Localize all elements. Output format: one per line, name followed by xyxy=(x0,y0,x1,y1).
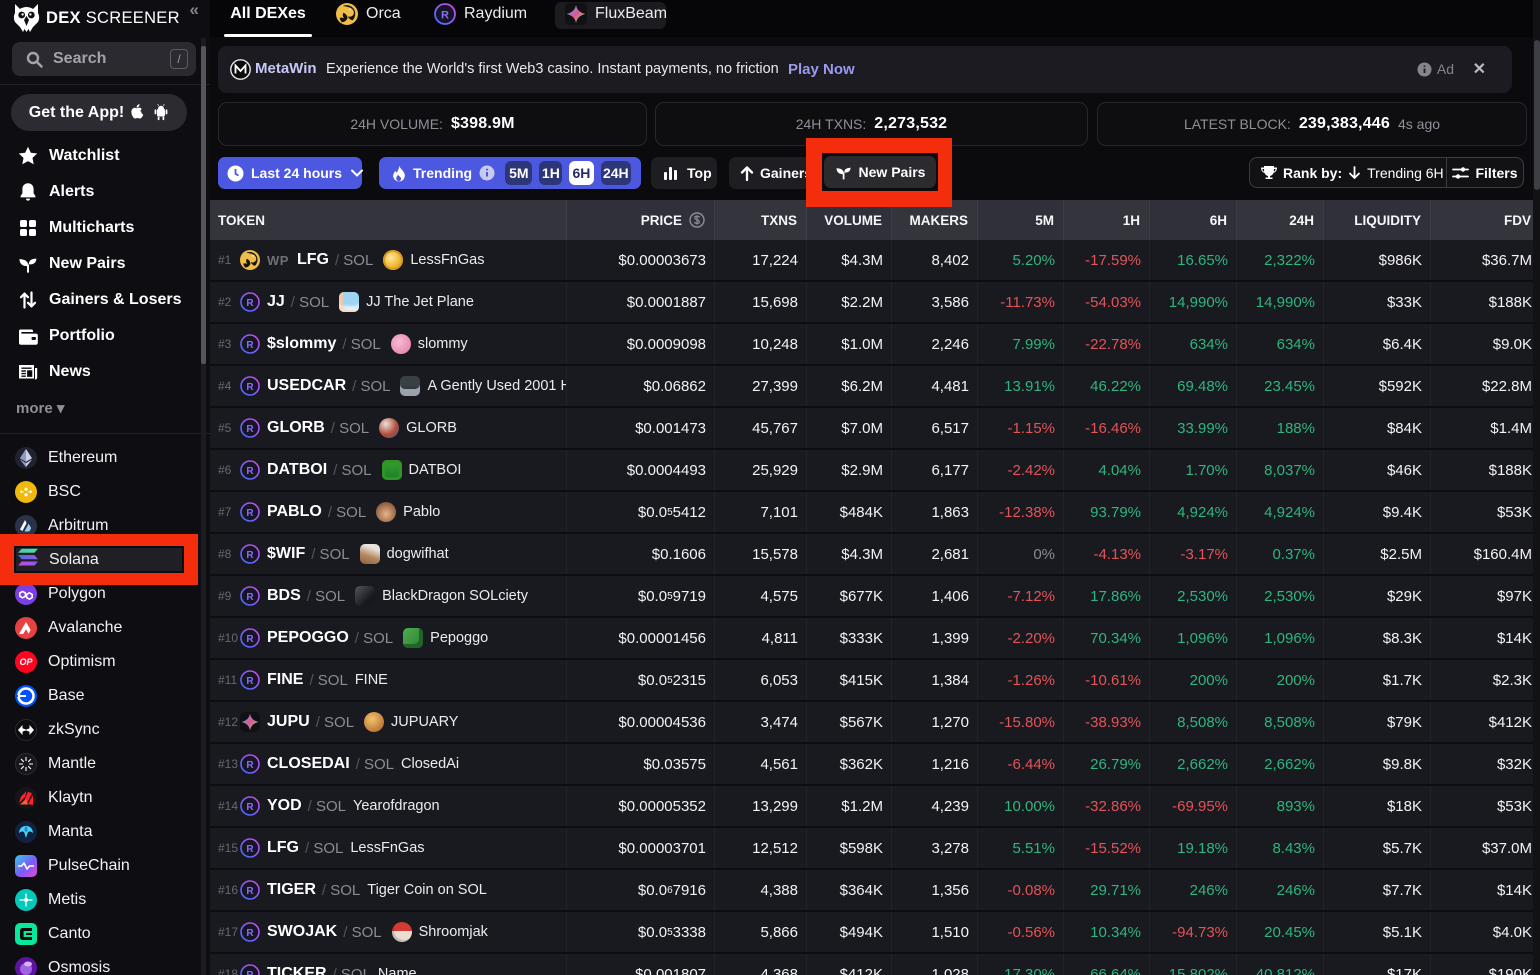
svg-text:R: R xyxy=(246,592,254,603)
svg-text:R: R xyxy=(246,340,254,351)
svg-text:R: R xyxy=(246,550,254,561)
svg-text:R: R xyxy=(246,508,254,519)
svg-text:R: R xyxy=(246,970,254,975)
svg-text:R: R xyxy=(246,424,254,435)
svg-text:R: R xyxy=(246,466,254,477)
svg-text:R: R xyxy=(246,382,254,393)
svg-text:R: R xyxy=(246,928,254,939)
svg-text:R: R xyxy=(246,844,254,855)
svg-text:R: R xyxy=(246,760,254,771)
svg-text:R: R xyxy=(441,10,449,22)
svg-text:R: R xyxy=(246,676,254,687)
svg-text:R: R xyxy=(246,886,254,897)
svg-text:R: R xyxy=(246,802,254,813)
svg-text:R: R xyxy=(246,298,254,309)
svg-text:R: R xyxy=(246,634,254,645)
